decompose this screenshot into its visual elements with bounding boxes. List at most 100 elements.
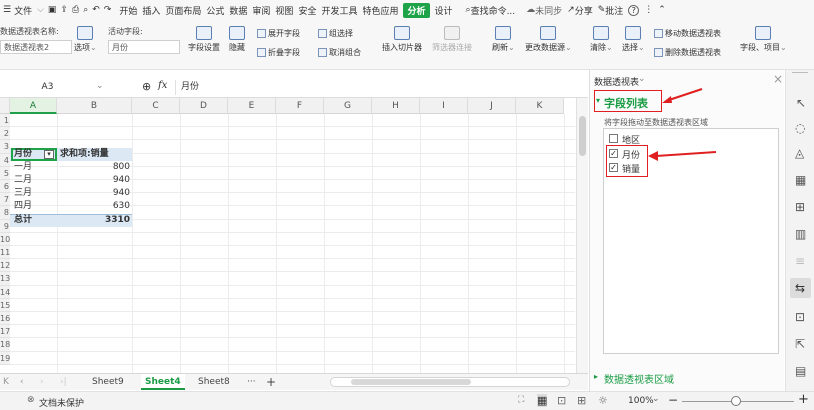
pivot-header-sum[interactable]: 求和项:销量 xyxy=(60,148,109,161)
row-header[interactable]: 12 xyxy=(0,259,10,273)
pivot-row-label[interactable]: 四月 xyxy=(14,200,32,213)
pivot-row-value[interactable]: 940 xyxy=(60,187,130,200)
protect-status[interactable]: 文档未保护 xyxy=(39,396,84,409)
cursor-icon[interactable]: ↖ xyxy=(796,96,806,110)
hamburger-icon[interactable]: ☰ xyxy=(3,5,11,15)
menu-design[interactable]: 设计 xyxy=(435,4,453,17)
row-header[interactable]: 10 xyxy=(0,232,10,246)
areas-arrow-icon[interactable]: ▸ xyxy=(594,372,598,381)
undo-icon[interactable]: ↶ xyxy=(92,5,100,15)
menu-view[interactable]: 视图 xyxy=(275,4,293,17)
name-box-dropdown-icon[interactable]: ⌄ xyxy=(96,81,104,91)
reading-mode-icon[interactable]: ☼ xyxy=(598,394,608,407)
grid-icon[interactable]: ⊞ xyxy=(795,200,805,214)
field-checkbox-region[interactable] xyxy=(609,134,618,143)
filter-dropdown-icon[interactable]: ▾ xyxy=(44,150,54,159)
row-header[interactable]: 6 xyxy=(0,180,10,194)
column-header-b[interactable]: B xyxy=(57,98,132,114)
normal-view-icon[interactable]: ▦ xyxy=(537,394,548,407)
menu-home[interactable]: 开始 xyxy=(119,4,137,17)
vertical-scrollbar[interactable] xyxy=(576,98,588,373)
column-header-j[interactable]: J xyxy=(468,98,516,114)
move-pivot-button[interactable]: 移动数据透视表 xyxy=(654,28,721,39)
pivot-row-value[interactable]: 630 xyxy=(60,200,130,213)
pivot-row-label[interactable]: 二月 xyxy=(14,174,32,187)
zoom-dropdown-icon[interactable]: ⌄ xyxy=(652,394,660,404)
zoom-in-button[interactable]: + xyxy=(798,392,809,407)
help-icon[interactable]: ? xyxy=(628,4,640,16)
next-sheet-icon[interactable]: › xyxy=(40,374,44,390)
expand-field-button[interactable]: 展开字段 xyxy=(257,28,300,39)
menu-developer[interactable]: 开发工具 xyxy=(321,4,357,17)
print-icon[interactable]: ⎙ xyxy=(72,5,79,15)
sheet-tab-active[interactable]: Sheet4 xyxy=(141,374,185,390)
expand-arrow-icon[interactable]: ▾ xyxy=(596,96,600,105)
panel-title-dropdown-icon[interactable]: ⌄ xyxy=(638,74,646,84)
pivot-row-label[interactable]: 一月 xyxy=(14,161,32,174)
pivot-row-value[interactable]: 940 xyxy=(60,174,130,187)
row-header[interactable]: 17 xyxy=(0,325,10,339)
horizontal-scroll-thumb[interactable] xyxy=(351,379,471,385)
image-icon[interactable]: ⊡ xyxy=(795,310,805,324)
active-field-input[interactable]: 月份 xyxy=(108,40,180,54)
row-header[interactable]: 4 xyxy=(0,153,10,167)
share-button[interactable]: 分享 xyxy=(575,4,593,17)
pivot-total-label[interactable]: 总计 xyxy=(14,214,32,227)
prev-sheet-icon[interactable]: ‹ xyxy=(20,374,24,390)
pivot-row-value[interactable]: 800 xyxy=(60,161,130,174)
row-header[interactable]: 2 xyxy=(0,127,10,141)
redo-icon[interactable]: ↷ xyxy=(104,5,112,15)
select-all-corner[interactable] xyxy=(0,98,10,114)
pivot-row-label[interactable]: 三月 xyxy=(14,187,32,200)
more-sheets-icon[interactable]: ··· xyxy=(247,374,256,390)
menu-special[interactable]: 特色应用 xyxy=(362,4,398,17)
row-header[interactable]: 18 xyxy=(0,338,10,352)
row-header[interactable]: 11 xyxy=(0,246,10,260)
print-panel-icon[interactable]: ▤ xyxy=(795,364,806,378)
row-header[interactable]: 8 xyxy=(0,206,10,220)
column-header-i[interactable]: I xyxy=(420,98,468,114)
field-list-heading[interactable]: 字段列表 xyxy=(604,95,648,111)
spreadsheet-grid[interactable]: A B C D E F G H I J K 1 2 3 4 5 6 7 8 9 10 11 12 13 1… xyxy=(0,98,575,373)
first-sheet-icon[interactable]: K xyxy=(3,374,9,390)
filter-connection-button[interactable]: 筛选器连接 xyxy=(432,26,472,53)
row-header[interactable]: 5 xyxy=(0,166,10,180)
export-icon[interactable]: ⇪ xyxy=(60,5,68,15)
zoom-slider-handle[interactable] xyxy=(731,396,741,406)
pivot-total-value[interactable]: 3310 xyxy=(60,214,130,227)
collapse-ribbon-icon[interactable]: ⌃ xyxy=(658,5,666,15)
more-icon[interactable]: ⋮ xyxy=(644,5,653,15)
menu-formula[interactable]: 公式 xyxy=(206,4,224,17)
hide-button[interactable]: 隐藏 xyxy=(229,26,245,53)
command-search[interactable]: 查找命令... xyxy=(471,4,516,17)
row-header[interactable]: 14 xyxy=(0,285,10,299)
row-header[interactable]: 16 xyxy=(0,312,10,326)
add-sheet-button[interactable]: + xyxy=(266,374,276,390)
sync-status[interactable]: 未同步 xyxy=(535,4,562,17)
sheet-tab[interactable]: Sheet9 xyxy=(92,374,124,390)
save-icon[interactable]: ▣ xyxy=(48,5,57,15)
column-header-g[interactable]: G xyxy=(324,98,372,114)
options-button[interactable]: 选项⌄ xyxy=(74,26,97,53)
areas-heading[interactable]: 数据透视表区域 xyxy=(604,371,674,386)
row-header[interactable]: 13 xyxy=(0,272,10,286)
menu-file[interactable]: 文件 xyxy=(14,4,32,17)
fx-icon[interactable]: fx xyxy=(158,80,167,91)
collapse-field-button[interactable]: 折叠字段 xyxy=(257,47,300,58)
column-header-d[interactable]: D xyxy=(180,98,228,114)
fields-items-button[interactable]: 字段、项目⌄ xyxy=(740,26,787,53)
ungroup-button[interactable]: 取消组合 xyxy=(318,47,361,58)
insert-slicer-button[interactable]: 插入切片器 xyxy=(382,26,422,53)
preview-icon[interactable]: ⌕ xyxy=(83,5,88,15)
pivot-name-field[interactable]: 数据透视表2 xyxy=(0,40,72,54)
row-header[interactable]: 15 xyxy=(0,298,10,312)
clear-button[interactable]: 清除⌄ xyxy=(590,26,613,53)
zoom-search-icon[interactable]: ⊕ xyxy=(142,80,151,93)
column-header-h[interactable]: H xyxy=(372,98,420,114)
column-header-c[interactable]: C xyxy=(132,98,180,114)
shape-icon[interactable]: ◌ xyxy=(795,121,805,135)
column-header-k[interactable]: K xyxy=(516,98,564,114)
style-icon[interactable]: ◬ xyxy=(795,146,804,160)
row-header[interactable]: 7 xyxy=(0,193,10,207)
comment-button[interactable]: 批注 xyxy=(605,4,623,17)
